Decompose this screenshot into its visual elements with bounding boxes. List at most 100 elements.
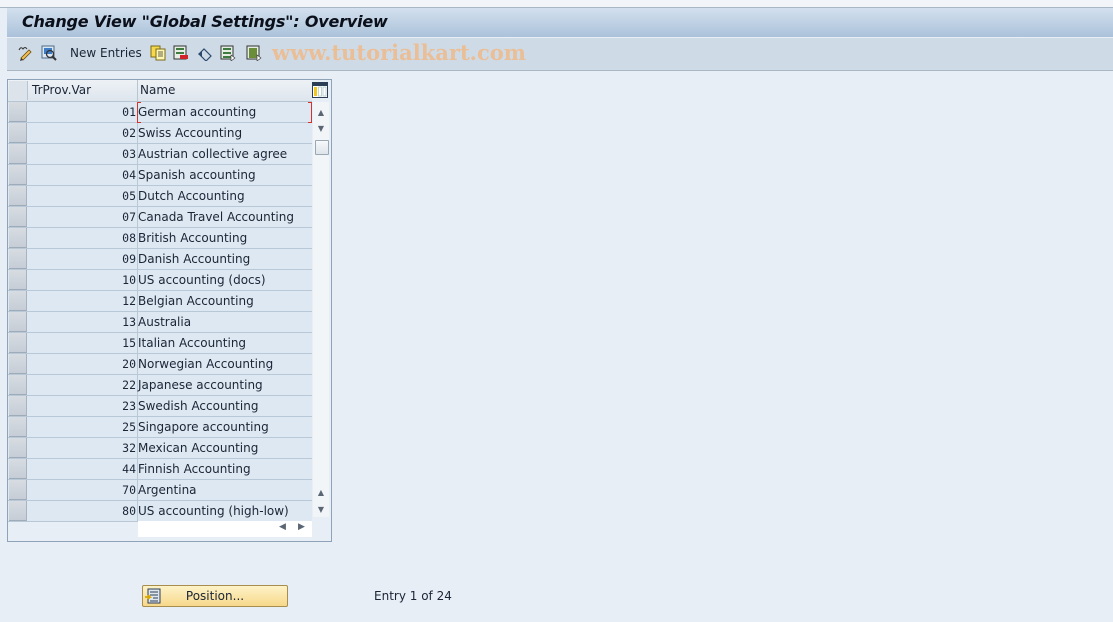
table-row[interactable]: 03 Austrian collective agree [8, 144, 312, 165]
table-row[interactable]: 23 Swedish Accounting [8, 396, 312, 417]
cell-name[interactable]: Canada Travel Accounting [138, 210, 294, 224]
cell-trprov-var: 13 [122, 315, 136, 329]
cell-name[interactable]: German accounting [138, 105, 256, 119]
cell-name[interactable]: Singapore accounting [138, 420, 269, 434]
triangle-down-icon: ▼ [317, 123, 325, 133]
row-selector[interactable] [9, 354, 27, 374]
row-selector[interactable] [9, 480, 27, 500]
delete-button[interactable] [173, 44, 189, 62]
display-change-button[interactable] [18, 44, 34, 62]
cell-trprov-var: 15 [122, 336, 136, 350]
table-row[interactable]: 20 Norwegian Accounting [8, 354, 312, 375]
cell-trprov-var: 12 [122, 294, 136, 308]
row-selector[interactable] [9, 438, 27, 458]
table-row[interactable]: 32 Mexican Accounting [8, 438, 312, 459]
details-button[interactable] [41, 44, 57, 62]
delete-icon [173, 45, 188, 60]
row-selector[interactable] [9, 312, 27, 332]
horizontal-scrollbar[interactable]: ◀ ▶ [138, 521, 312, 537]
cell-name[interactable]: Belgian Accounting [138, 294, 254, 308]
new-entries-button[interactable]: New Entries [70, 44, 142, 62]
row-selector[interactable] [9, 396, 27, 416]
row-selector[interactable] [9, 417, 27, 437]
table-row[interactable]: 44 Finnish Accounting [8, 459, 312, 480]
table-row[interactable]: 70 Argentina [8, 480, 312, 501]
table-row[interactable]: 05 Dutch Accounting [8, 186, 312, 207]
cell-trprov-var: 07 [122, 210, 136, 224]
table-row[interactable]: 12 Belgian Accounting [8, 291, 312, 312]
cell-name[interactable]: Austrian collective agree [138, 147, 287, 161]
cell-trprov-var: 03 [122, 147, 136, 161]
scroll-page-up-button[interactable]: ▲ [313, 484, 329, 500]
table-row[interactable]: 80 US accounting (high-low) [8, 501, 312, 522]
row-selector[interactable] [9, 186, 27, 206]
row-selector[interactable] [9, 501, 27, 521]
row-selector[interactable] [9, 102, 27, 122]
cell-name[interactable]: Dutch Accounting [138, 189, 245, 203]
row-selector[interactable] [9, 123, 27, 143]
scrollbar-thumb[interactable] [315, 140, 329, 155]
scroll-up-button[interactable]: ▲ [313, 104, 329, 120]
row-selector[interactable] [9, 165, 27, 185]
column-header-name[interactable]: Name [140, 83, 175, 97]
cell-trprov-var: 09 [122, 252, 136, 266]
select-all-rows-button[interactable] [9, 81, 28, 100]
row-selector[interactable] [9, 375, 27, 395]
select-block-button[interactable] [246, 44, 262, 62]
row-selector[interactable] [9, 249, 27, 269]
select-block-icon [246, 45, 262, 61]
vertical-scrollbar[interactable]: ▲ ▼ ▲ ▼ [313, 102, 329, 517]
table-row[interactable]: 15 Italian Accounting [8, 333, 312, 354]
position-button[interactable]: Position... [142, 585, 288, 607]
cell-name[interactable]: Spanish accounting [138, 168, 256, 182]
cell-name[interactable]: Swedish Accounting [138, 399, 258, 413]
cell-trprov-var: 80 [122, 504, 136, 518]
cell-name[interactable]: Argentina [138, 483, 197, 497]
column-configuration-button[interactable] [312, 82, 328, 98]
cell-name[interactable]: US accounting (high-low) [138, 504, 289, 518]
column-separator[interactable] [137, 80, 138, 101]
cell-name[interactable]: Finnish Accounting [138, 462, 251, 476]
cell-name[interactable]: US accounting (docs) [138, 273, 266, 287]
table-header: TrProv.Var Name [8, 80, 312, 102]
table-row[interactable]: 10 US accounting (docs) [8, 270, 312, 291]
cell-name[interactable]: Japanese accounting [138, 378, 263, 392]
row-selector[interactable] [9, 228, 27, 248]
table-row[interactable]: 13 Australia [8, 312, 312, 333]
table-row[interactable]: 04 Spanish accounting [8, 165, 312, 186]
row-selector[interactable] [9, 459, 27, 479]
cell-name[interactable]: Italian Accounting [138, 336, 246, 350]
table-row[interactable]: 25 Singapore accounting [8, 417, 312, 438]
row-selector[interactable] [9, 333, 27, 353]
cell-trprov-var: 25 [122, 420, 136, 434]
cell-name[interactable]: Norwegian Accounting [138, 357, 273, 371]
undo-change-button[interactable] [197, 44, 213, 62]
row-selector[interactable] [9, 207, 27, 227]
row-selector[interactable] [9, 291, 27, 311]
copy-as-button[interactable] [150, 44, 166, 62]
cell-name[interactable]: Danish Accounting [138, 252, 250, 266]
select-all-button[interactable] [220, 44, 236, 62]
scroll-down-button[interactable]: ▼ [313, 120, 329, 136]
triangle-down-icon: ▼ [317, 504, 325, 514]
cell-name[interactable]: Mexican Accounting [138, 441, 258, 455]
row-selector[interactable] [9, 270, 27, 290]
row-selector[interactable] [9, 144, 27, 164]
cell-trprov-var: 10 [122, 273, 136, 287]
table-row[interactable]: 22 Japanese accounting [8, 375, 312, 396]
table-row[interactable]: 09 Danish Accounting [8, 249, 312, 270]
table-row[interactable]: 07 Canada Travel Accounting [8, 207, 312, 228]
column-header-trprov-var[interactable]: TrProv.Var [32, 83, 91, 97]
table-control: TrProv.Var Name 01 German accounting 02 Swi… [7, 79, 332, 542]
table-row[interactable]: 01 German accounting [8, 102, 312, 123]
scroll-page-down-button[interactable]: ▼ [313, 501, 329, 517]
scroll-left-button[interactable]: ◀ [279, 522, 286, 532]
table-row[interactable]: 08 British Accounting [8, 228, 312, 249]
table-row[interactable]: 02 Swiss Accounting [8, 123, 312, 144]
display-change-icon [18, 47, 32, 61]
scroll-right-button[interactable]: ▶ [298, 522, 305, 532]
cell-name[interactable]: Swiss Accounting [138, 126, 242, 140]
cell-name[interactable]: Australia [138, 315, 191, 329]
cell-name[interactable]: British Accounting [138, 231, 247, 245]
focus-marker-left [137, 102, 141, 123]
